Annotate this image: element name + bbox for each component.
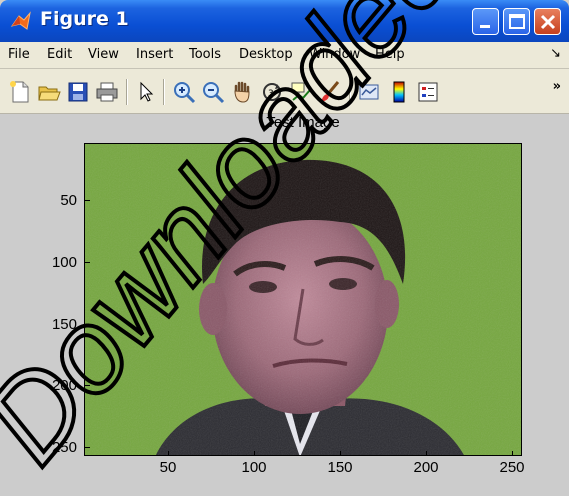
- link-plot-icon[interactable]: [357, 80, 381, 104]
- x-tick-label: 250: [499, 459, 525, 476]
- legend-icon[interactable]: [416, 80, 440, 104]
- pan-hand-icon[interactable]: [230, 80, 254, 104]
- edit-plot-arrow-icon[interactable]: [134, 80, 158, 104]
- menu-tools[interactable]: Tools: [189, 47, 221, 62]
- print-icon[interactable]: [95, 80, 119, 104]
- save-icon[interactable]: [66, 80, 90, 104]
- data-cursor-icon[interactable]: [289, 80, 313, 104]
- menu-file[interactable]: File: [8, 47, 30, 62]
- toolbar-overflow-icon[interactable]: »: [553, 79, 561, 94]
- y-tick-label: 50: [60, 192, 77, 209]
- menu-window[interactable]: Window: [309, 47, 360, 62]
- figure-toolbar: 3 »: [0, 69, 569, 114]
- x-tick-mark: [340, 451, 341, 456]
- svg-text:3: 3: [268, 89, 274, 99]
- y-tick-label: 100: [51, 254, 77, 271]
- x-tick-label: 150: [327, 459, 353, 476]
- y-tick-mark: [85, 324, 90, 325]
- title-bar[interactable]: Figure 1: [0, 0, 569, 42]
- menu-view[interactable]: View: [88, 47, 119, 62]
- maximize-button[interactable]: [503, 8, 530, 35]
- x-tick-label: 100: [241, 459, 267, 476]
- matlab-logo-icon: [10, 11, 31, 30]
- image-axes[interactable]: [84, 143, 522, 456]
- figure-window: Figure 1 File Edit View Insert Tools Des…: [0, 0, 569, 496]
- zoom-out-icon[interactable]: [201, 80, 225, 104]
- menubar-dock-arrow-icon[interactable]: ↘: [550, 46, 561, 61]
- toolbar-separator: [163, 79, 165, 105]
- y-tick-mark: [85, 447, 90, 448]
- toolbar-separator: [126, 79, 128, 105]
- minimize-button[interactable]: [472, 8, 499, 35]
- y-tick-label: 200: [51, 377, 77, 394]
- zoom-in-icon[interactable]: [172, 80, 196, 104]
- x-tick-mark: [426, 451, 427, 456]
- y-tick-label: 150: [51, 316, 77, 333]
- close-icon: [540, 14, 556, 30]
- brush-icon[interactable]: [318, 80, 342, 104]
- minimize-icon: [480, 25, 490, 28]
- menu-desktop[interactable]: Desktop: [239, 47, 293, 62]
- face-photo-image: [85, 144, 521, 455]
- colorbar-icon[interactable]: [387, 80, 411, 104]
- window-title: Figure 1: [40, 8, 129, 30]
- x-tick-mark: [254, 451, 255, 456]
- new-figure-icon[interactable]: [8, 80, 32, 104]
- menu-insert[interactable]: Insert: [136, 47, 173, 62]
- x-tick-label: 200: [413, 459, 439, 476]
- menu-bar: File Edit View Insert Tools Desktop Wind…: [0, 42, 569, 69]
- x-tick-mark: [168, 451, 169, 456]
- axes-title: Test Image: [266, 114, 340, 131]
- x-tick-label: 50: [159, 459, 177, 476]
- y-tick-label: 250: [51, 439, 77, 456]
- menu-edit[interactable]: Edit: [47, 47, 72, 62]
- open-file-icon[interactable]: [37, 80, 61, 104]
- y-tick-mark: [85, 200, 90, 201]
- menu-help[interactable]: Help: [375, 47, 405, 62]
- maximize-icon: [509, 14, 525, 29]
- x-tick-mark: [512, 451, 513, 456]
- y-tick-mark: [85, 262, 90, 263]
- close-button[interactable]: [534, 8, 561, 35]
- toolbar-separator: [349, 79, 351, 105]
- y-tick-mark: [85, 385, 90, 386]
- rotate-3d-icon[interactable]: 3: [260, 80, 284, 104]
